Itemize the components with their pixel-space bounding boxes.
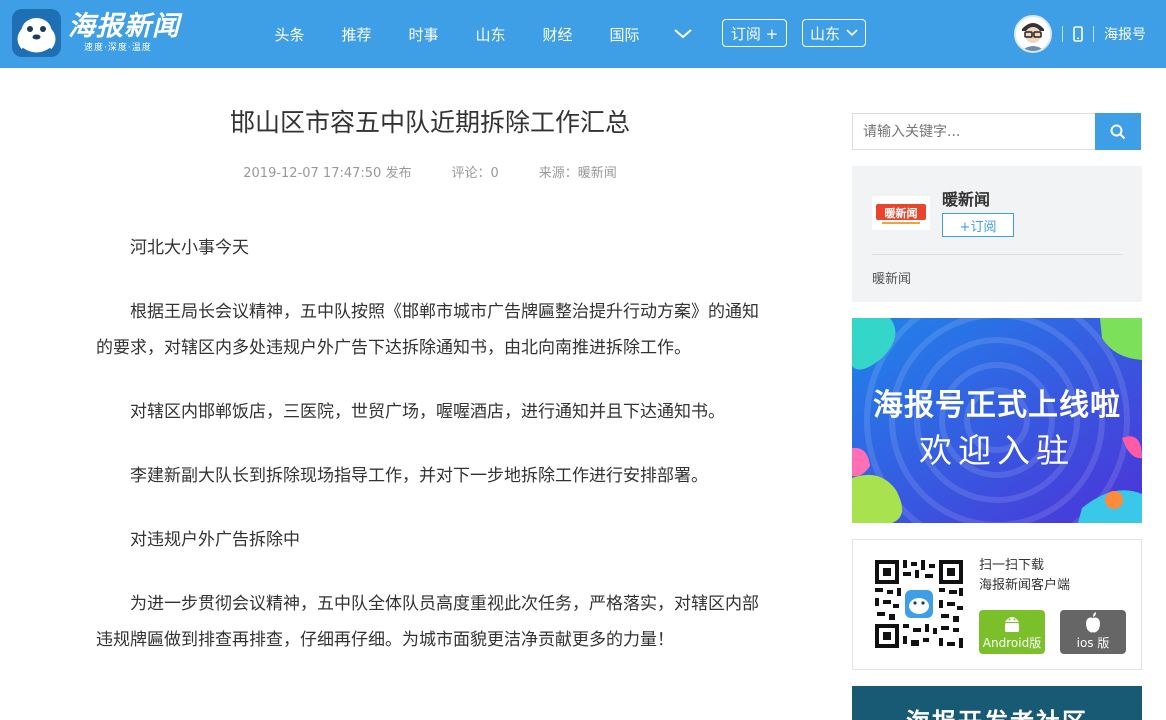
region-select[interactable]: 山东 (802, 19, 866, 47)
header-divider (1062, 26, 1063, 42)
top-navigation-bar: 海报新闻 速度·深度·温度 头条 推荐 时事 山东 财经 国际 订阅 + 山东 (0, 0, 1166, 68)
header-divider (1093, 26, 1094, 42)
article-paragraph: 李建新副大队长到拆除现场指导工作，并对下一步地拆除工作进行安排部署。 (130, 466, 708, 486)
nav-item-headlines[interactable]: 头条 (256, 24, 323, 45)
ios-label: ios 版 (1076, 636, 1110, 650)
scan-label: 扫一扫下载 (979, 558, 1045, 573)
haibao-promo-banner[interactable]: 海报号正式上线啦 欢迎入驻 (852, 318, 1142, 523)
banner-subheadline: 欢迎入驻 (919, 431, 1075, 470)
ios-download-button[interactable]: ios 版 (1060, 610, 1126, 654)
developer-community-title: 海报开发者社区 (852, 702, 1142, 720)
subscribe-button[interactable]: 订阅 + (722, 19, 787, 47)
banner-headline: 海报号正式上线啦 (873, 388, 1121, 423)
article-paragraph: 为进一步贯彻会议精神，五中队全体队员高度重视此次任务，严格落实，对辖区内部违规牌… (96, 594, 759, 650)
article-paragraph: 对辖区内邯郸饭店，三医院，世贸广场，喔喔酒店，进行通知并且下达通知书。 (130, 402, 725, 422)
android-download-button[interactable]: Android版 (979, 610, 1045, 654)
seal-logo-icon (12, 9, 61, 57)
source-description: 暖新闻 (872, 272, 912, 287)
publish-date: 2019-12-07 17:47:50 发布 (243, 166, 412, 181)
client-label: 海报新闻客户端 (979, 578, 1071, 593)
region-label: 山东 (809, 24, 840, 43)
article-body: 河北大小事今天 根据王局长会议精神，五中队按照《邯郸市城市广告牌匾整治提升行动方… (96, 230, 764, 686)
haibao-account-link[interactable]: 海报号 (1104, 24, 1146, 44)
nav-more-button[interactable] (658, 29, 708, 39)
search-icon (1110, 124, 1126, 139)
source-logo-text: 暖新闻 (885, 206, 918, 220)
search-input[interactable] (852, 113, 1095, 150)
nav-item-current-affairs[interactable]: 时事 (390, 24, 457, 45)
chevron-down-icon (846, 29, 858, 37)
chevron-down-icon (674, 29, 692, 39)
article-paragraph: 河北大小事今天 (130, 238, 249, 258)
site-logo[interactable]: 海报新闻 速度·深度·温度 (12, 9, 180, 57)
nav-item-finance[interactable]: 财经 (524, 24, 591, 45)
search-button[interactable] (1095, 113, 1141, 150)
article-source[interactable]: 来源：暖新闻 (539, 162, 617, 181)
mobile-phone-icon[interactable] (1073, 26, 1083, 42)
user-avatar[interactable] (1014, 15, 1052, 53)
nav-item-recommend[interactable]: 推荐 (323, 24, 390, 45)
android-icon (1005, 617, 1019, 632)
main-nav: 头条 推荐 时事 山东 财经 国际 (256, 0, 708, 68)
nav-item-shandong[interactable]: 山东 (457, 24, 524, 45)
app-download-card: 扫一扫下载 海报新闻客户端 Android版 ios 版 (852, 539, 1142, 670)
android-label: Android版 (982, 636, 1042, 650)
nav-item-international[interactable]: 国际 (591, 24, 658, 45)
source-logo[interactable]: 暖新闻 (872, 196, 930, 230)
apple-icon (1086, 612, 1100, 633)
article-title: 邯山区市容五中队近期拆除工作汇总 (229, 108, 630, 137)
search-box (852, 113, 1141, 150)
article-paragraph: 根据王局长会议精神，五中队按照《邯郸市城市广告牌匾整治提升行动方案》的通知的要求… (96, 302, 759, 358)
article-meta: 2019-12-07 17:47:50 发布 评论：0 来源：暖新闻 (96, 162, 764, 181)
source-card: 暖新闻 暖新闻 +订阅 暖新闻 (852, 166, 1142, 302)
logo-title: 海报新闻 (68, 11, 180, 42)
divider (872, 254, 1122, 255)
source-name[interactable]: 暖新闻 (942, 186, 990, 210)
source-subscribe-button[interactable]: +订阅 (942, 213, 1014, 237)
logo-slogan: 速度·深度·温度 (84, 43, 152, 53)
app-download-text: 扫一扫下载 海报新闻客户端 (979, 556, 1070, 596)
developer-community-banner[interactable]: 海报开发者社区 (852, 686, 1142, 720)
qr-code (873, 558, 965, 650)
comment-count[interactable]: 评论：0 (451, 162, 498, 181)
article-paragraph: 对违规户外广告拆除中 (130, 530, 300, 550)
